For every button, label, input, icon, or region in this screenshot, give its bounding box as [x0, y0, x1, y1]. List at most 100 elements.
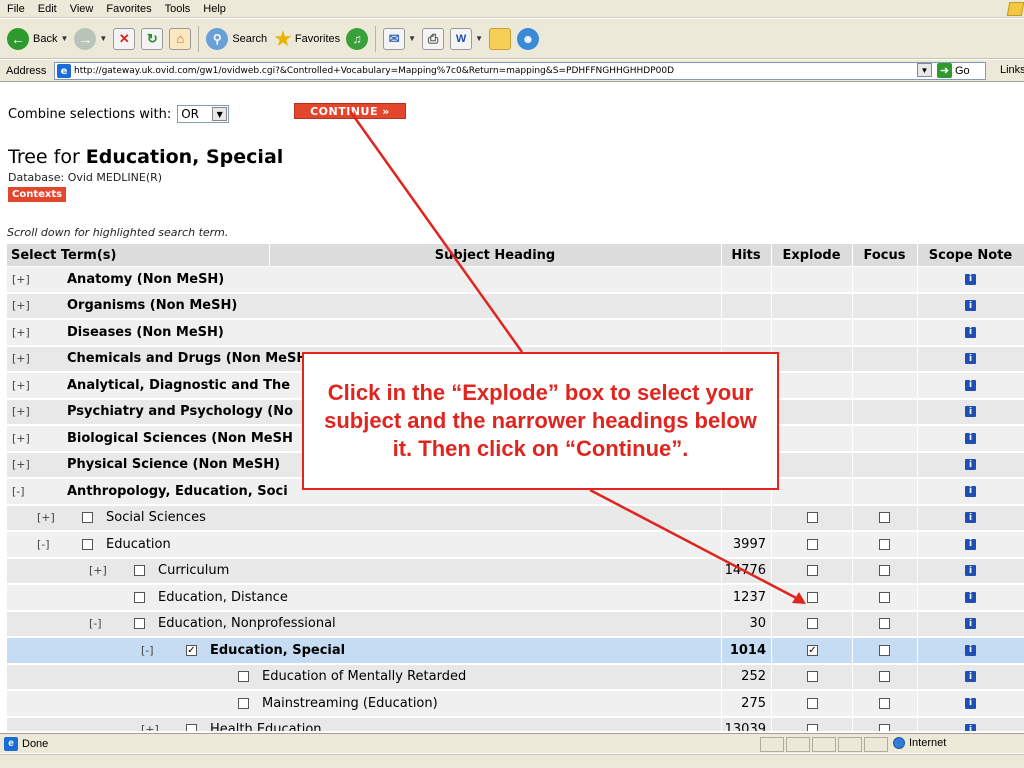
address-input[interactable]: e http://gateway.uk.ovid.com/gw1/ovidweb…	[54, 62, 986, 80]
go-button[interactable]: ➜ Go	[937, 63, 970, 78]
menu-tools[interactable]: Tools	[158, 3, 197, 15]
focus-checkbox[interactable]	[879, 638, 890, 663]
scope-note-button[interactable]: i	[965, 453, 976, 478]
expand-toggle[interactable]: [+]	[89, 559, 107, 584]
focus-checkbox[interactable]	[879, 665, 890, 690]
menu-help[interactable]: Help	[196, 3, 232, 15]
edit-button[interactable]: W ▼	[447, 24, 486, 54]
explode-checkbox[interactable]	[807, 585, 818, 610]
search-button[interactable]: ⚲ Search	[203, 24, 270, 54]
scope-note-button[interactable]: i	[965, 718, 976, 731]
focus-checkbox[interactable]	[879, 506, 890, 531]
collapse-toggle[interactable]: [-]	[37, 532, 50, 557]
collapse-toggle[interactable]: [-]	[89, 612, 102, 637]
folder-button[interactable]	[486, 24, 514, 54]
print-button[interactable]: ⎙	[419, 24, 447, 54]
scope-note-button[interactable]: i	[965, 479, 976, 504]
scope-note-button[interactable]: i	[965, 585, 976, 610]
expand-toggle[interactable]: [+]	[12, 400, 30, 425]
expand-toggle[interactable]: [+]	[12, 453, 30, 478]
scope-note-button[interactable]: i	[965, 665, 976, 690]
subject-heading-label[interactable]: Health Education	[210, 718, 322, 731]
expand-toggle[interactable]: [+]	[12, 294, 30, 319]
menu-favorites[interactable]: Favorites	[99, 3, 157, 15]
subject-heading-label[interactable]: Education, Distance	[158, 585, 288, 610]
chevron-down-icon[interactable]: ▼	[212, 107, 228, 121]
focus-checkbox[interactable]	[879, 532, 890, 557]
focus-checkbox[interactable]	[879, 691, 890, 716]
continue-button[interactable]: CONTINUE »	[294, 103, 406, 119]
select-term-checkbox[interactable]	[238, 665, 249, 690]
mail-button[interactable]: ✉ ▼	[380, 24, 419, 54]
select-term-checkbox[interactable]	[82, 532, 93, 557]
focus-checkbox[interactable]	[879, 612, 890, 637]
scope-note-button[interactable]: i	[965, 400, 976, 425]
select-term-checkbox[interactable]: ✓	[186, 638, 197, 663]
scope-note-button[interactable]: i	[965, 294, 976, 319]
expand-toggle[interactable]: [+]	[12, 347, 30, 372]
scope-note-button[interactable]: i	[965, 638, 976, 663]
select-term-checkbox[interactable]	[238, 691, 249, 716]
expand-toggle[interactable]: [+]	[12, 267, 30, 292]
subject-heading-label[interactable]: Education of Mentally Retarded	[262, 665, 466, 690]
expand-toggle[interactable]: [+]	[12, 426, 30, 451]
focus-checkbox[interactable]	[879, 585, 890, 610]
expand-toggle[interactable]: [+]	[12, 320, 30, 345]
messenger-button[interactable]: ☻	[514, 24, 542, 54]
explode-checkbox[interactable]: ✓	[807, 638, 818, 663]
focus-checkbox[interactable]	[879, 559, 890, 584]
collapse-toggle[interactable]: [-]	[141, 638, 154, 663]
explode-checkbox[interactable]	[807, 665, 818, 690]
menu-file[interactable]: File	[0, 3, 31, 15]
links-button[interactable]: Links	[1000, 64, 1024, 76]
explode-checkbox[interactable]	[807, 718, 818, 731]
refresh-button[interactable]: ↻	[138, 24, 166, 54]
subject-heading-label[interactable]: Education, Nonprofessional	[158, 612, 336, 637]
chevron-down-icon[interactable]: ▼	[408, 34, 416, 43]
select-term-checkbox[interactable]	[134, 612, 145, 637]
select-term-checkbox[interactable]	[82, 506, 93, 531]
scope-note-button[interactable]: i	[965, 691, 976, 716]
media-button[interactable]: ♫	[343, 24, 371, 54]
subject-heading-label[interactable]: Education	[106, 532, 171, 557]
subject-heading-label[interactable]: Social Sciences	[106, 506, 206, 531]
home-button[interactable]: ⌂	[166, 24, 194, 54]
scope-note-button[interactable]: i	[965, 347, 976, 372]
forward-button[interactable]: → ▼	[71, 24, 110, 54]
scope-note-button[interactable]: i	[965, 373, 976, 398]
menu-edit[interactable]: Edit	[31, 3, 63, 15]
explode-checkbox[interactable]	[807, 506, 818, 531]
stop-button[interactable]: ✕	[110, 24, 138, 54]
select-term-checkbox[interactable]	[186, 718, 197, 731]
menu-view[interactable]: View	[63, 3, 100, 15]
explode-checkbox[interactable]	[807, 612, 818, 637]
address-dropdown[interactable]: ▼	[917, 63, 932, 77]
expand-toggle[interactable]: [+]	[141, 718, 159, 731]
subject-heading-label[interactable]: Education, Special	[210, 638, 345, 663]
chevron-down-icon[interactable]: ▼	[475, 34, 483, 43]
explode-checkbox[interactable]	[807, 691, 818, 716]
focus-checkbox[interactable]	[879, 718, 890, 731]
subject-heading-label[interactable]: Curriculum	[158, 559, 229, 584]
scope-note-button[interactable]: i	[965, 426, 976, 451]
chevron-down-icon[interactable]: ▼	[60, 34, 68, 43]
select-term-checkbox[interactable]	[134, 585, 145, 610]
chevron-down-icon[interactable]: ▼	[99, 34, 107, 43]
favorites-button[interactable]: ★ Favorites	[270, 24, 343, 54]
header-subject[interactable]: Subject Heading	[269, 244, 721, 266]
explode-checkbox[interactable]	[807, 559, 818, 584]
expand-toggle[interactable]: [+]	[37, 506, 55, 531]
scope-note-button[interactable]: i	[965, 532, 976, 557]
scope-note-button[interactable]: i	[965, 612, 976, 637]
scope-note-button[interactable]: i	[965, 267, 976, 292]
expand-toggle[interactable]: [+]	[12, 373, 30, 398]
scope-note-button[interactable]: i	[965, 559, 976, 584]
combine-select[interactable]: OR ▼	[177, 105, 230, 123]
select-term-checkbox[interactable]	[134, 559, 145, 584]
back-button[interactable]: ← Back ▼	[4, 24, 71, 54]
subject-heading-label[interactable]: Mainstreaming (Education)	[262, 691, 438, 716]
scope-note-button[interactable]: i	[965, 506, 976, 531]
collapse-toggle[interactable]: [-]	[12, 479, 25, 504]
explode-checkbox[interactable]	[807, 532, 818, 557]
contexts-button[interactable]: Contexts	[8, 187, 67, 202]
